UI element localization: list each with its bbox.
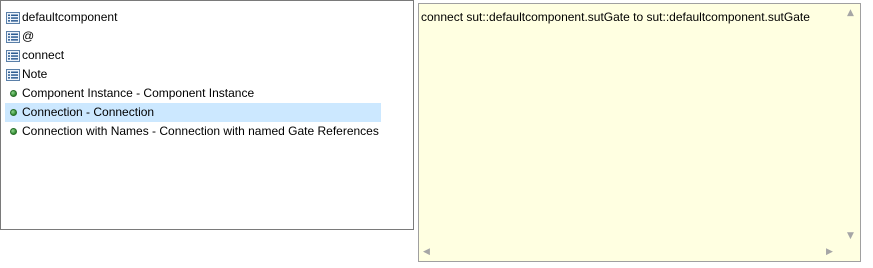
proposal-label: @ <box>22 29 35 43</box>
proposal-item-note[interactable]: Note <box>5 65 47 84</box>
scroll-right-icon[interactable]: ▶ <box>826 248 833 257</box>
scroll-left-icon[interactable]: ◀ <box>423 248 430 257</box>
proposal-item-connection[interactable]: Connection - Connection <box>5 103 381 122</box>
template-preview-pane[interactable]: connect sut::defaultcomponent.sutGate to… <box>418 3 861 262</box>
keyword-icon <box>5 29 21 45</box>
proposal-label: Note <box>22 67 48 81</box>
vertical-scrollbar[interactable]: ▲ ▼ <box>843 4 860 244</box>
template-icon <box>5 86 21 102</box>
scroll-up-icon[interactable]: ▲ <box>847 9 854 18</box>
keyword-icon <box>5 67 21 83</box>
scroll-down-icon[interactable]: ▼ <box>847 232 854 241</box>
proposal-label: Component Instance - Component Instance <box>22 86 255 100</box>
proposal-item-component-instance[interactable]: Component Instance - Component Instance <box>5 84 254 103</box>
horizontal-scrollbar[interactable]: ◀ ▶ <box>419 244 860 261</box>
proposal-label: defaultcomponent <box>22 10 118 24</box>
template-icon <box>5 105 21 121</box>
proposal-label: connect <box>22 48 65 62</box>
proposal-item-connect[interactable]: connect <box>5 46 64 65</box>
proposal-item-defaultcomponent[interactable]: defaultcomponent <box>5 8 117 27</box>
keyword-icon <box>5 48 21 64</box>
proposal-label: Connection - Connection <box>22 105 155 119</box>
content-assist-proposal-list[interactable]: defaultcomponent @ connect Note Componen… <box>0 0 414 230</box>
proposal-label: Connection with Names - Connection with … <box>22 124 379 138</box>
proposal-item-connection-with-names[interactable]: Connection with Names - Connection with … <box>5 122 379 141</box>
keyword-icon <box>5 10 21 26</box>
proposal-item-at[interactable]: @ <box>5 27 34 46</box>
preview-text: connect sut::defaultcomponent.sutGate to… <box>421 10 810 24</box>
template-icon <box>5 124 21 140</box>
